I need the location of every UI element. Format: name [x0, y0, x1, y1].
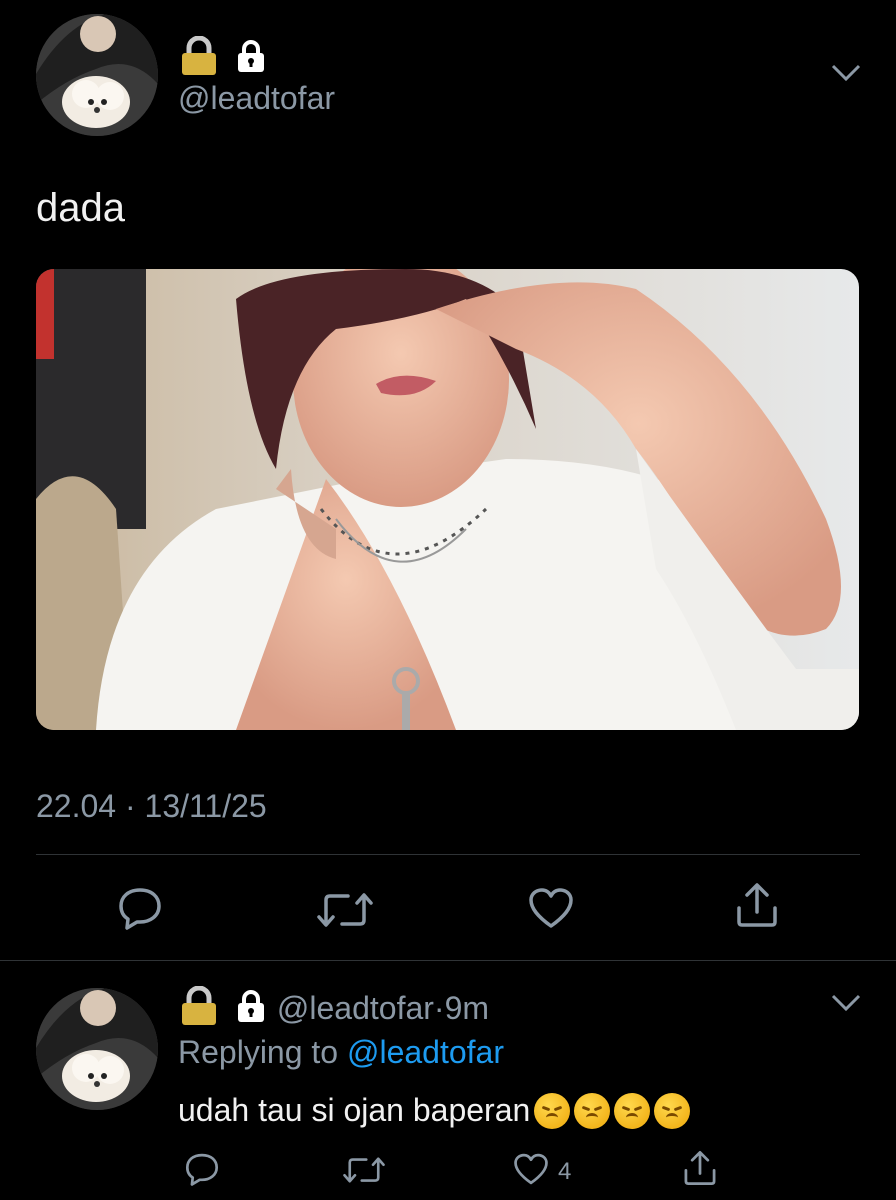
like-icon[interactable] — [512, 1152, 550, 1186]
author-avatar[interactable] — [36, 14, 158, 136]
reply-text-row: udah tau si ojan baperan — [178, 1090, 691, 1129]
share-icon[interactable] — [734, 882, 780, 928]
tweet-date: 13/11/25 — [144, 788, 267, 824]
padlock-emoji-icon — [180, 35, 218, 81]
lock-icon — [236, 39, 266, 78]
disappointed-face-emoji — [654, 1092, 691, 1129]
chevron-down-icon[interactable] — [830, 62, 862, 89]
reply-author-avatar[interactable] — [36, 988, 158, 1110]
replying-to-handle-link[interactable]: @leadtofar — [347, 1034, 504, 1070]
like-count: 4 — [558, 1158, 572, 1185]
reply-age: 9m — [444, 990, 490, 1026]
reply-author-handle[interactable]: @leadtofar — [277, 990, 434, 1026]
disappointed-face-emoji — [534, 1092, 571, 1129]
tweet-time: 22.04 — [36, 788, 117, 824]
divider — [36, 854, 860, 855]
retweet-icon[interactable] — [316, 890, 374, 930]
reply-icon[interactable] — [117, 886, 163, 930]
chevron-down-icon[interactable] — [830, 992, 862, 1019]
tweet-photo[interactable] — [36, 269, 859, 730]
reply-header: @leadtofar·9m — [180, 985, 490, 1031]
replying-to: Replying to @leadtofar — [178, 1034, 504, 1071]
tweet-text: dada — [36, 186, 125, 230]
lock-badges — [180, 35, 266, 81]
padlock-emoji-icon — [180, 985, 218, 1031]
replying-to-label: Replying to — [178, 1034, 339, 1070]
disappointed-face-emoji — [574, 1092, 611, 1129]
lock-icon — [236, 989, 266, 1028]
share-icon[interactable] — [682, 1149, 718, 1187]
retweet-icon[interactable] — [342, 1155, 386, 1185]
reply-text: udah tau si ojan baperan — [178, 1092, 531, 1129]
disappointed-face-emoji — [614, 1092, 651, 1129]
timestamp-separator: · — [124, 788, 136, 824]
tweet-timestamp[interactable]: 22.04 · 13/11/25 — [36, 788, 267, 825]
like-icon[interactable] — [527, 886, 575, 930]
reply-icon[interactable] — [184, 1152, 220, 1186]
section-divider — [0, 960, 896, 961]
reply-separator: · — [433, 990, 445, 1026]
author-handle[interactable]: @leadtofar — [178, 80, 335, 117]
